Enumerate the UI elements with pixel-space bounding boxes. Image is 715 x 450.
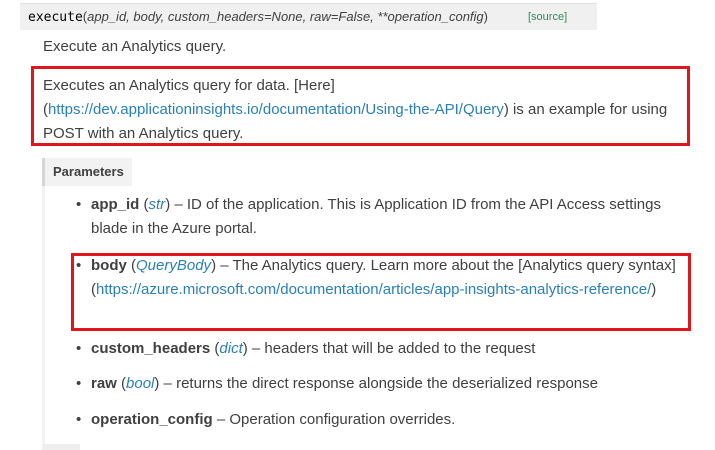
bullet: •	[76, 411, 82, 428]
method-name: execute	[28, 10, 83, 25]
param-description: – headers that will be added to the requ…	[247, 340, 536, 357]
next-section-edge	[42, 444, 80, 450]
source-link[interactable]: [source]	[528, 4, 567, 30]
param-name: operation_config	[91, 411, 213, 428]
method-summary: Execute an Analytics query.	[43, 38, 227, 55]
description-highlight-box	[31, 66, 690, 146]
parameters-divider	[42, 186, 45, 450]
param-operation-config: • operation_config – Operation configura…	[76, 408, 691, 432]
param-type-link[interactable]: str	[149, 196, 166, 213]
param-description: – returns the direct response alongside …	[159, 375, 598, 392]
method-signature: execute(app_id, body, custom_headers=Non…	[20, 3, 597, 30]
param-app-id: • app_id (str) – ID of the application. …	[76, 193, 691, 241]
param-description: – ID of the application. This is Applica…	[91, 196, 661, 237]
bullet: •	[76, 340, 82, 357]
param-name: app_id	[91, 196, 140, 213]
param-name: custom_headers	[91, 340, 211, 357]
param-type-link[interactable]: dict	[219, 340, 242, 357]
param-raw: • raw (bool) – returns the direct respon…	[76, 372, 691, 396]
param-description: – Operation configuration overrides.	[212, 411, 456, 428]
parameters-label: Parameters	[42, 158, 132, 186]
body-param-highlight-box	[71, 253, 691, 331]
method-params: app_id, body, custom_headers=None, raw=F…	[87, 9, 484, 24]
bullet: •	[76, 375, 82, 392]
param-name: raw	[91, 375, 117, 392]
param-type-link[interactable]: bool	[126, 375, 154, 392]
param-custom-headers: • custom_headers (dict) – headers that w…	[76, 337, 691, 361]
bullet: •	[76, 196, 82, 213]
